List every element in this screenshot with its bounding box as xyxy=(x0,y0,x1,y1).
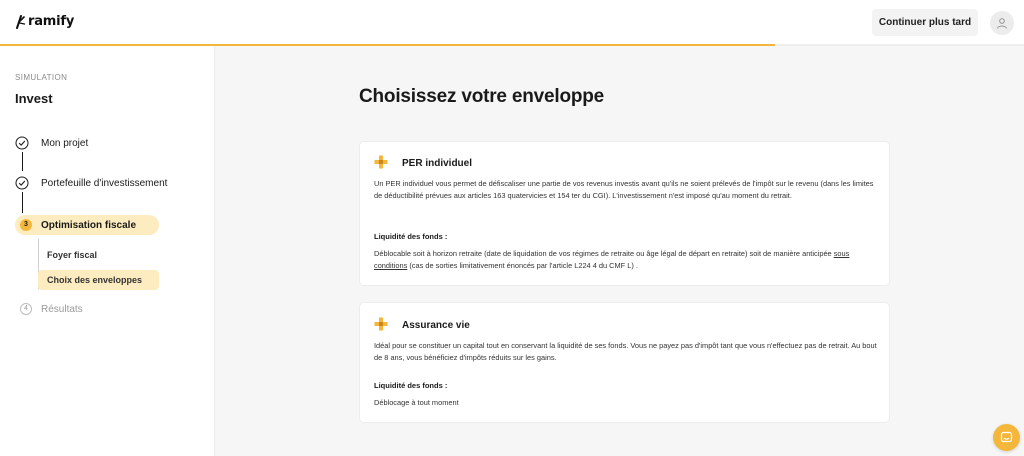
card-title: PER individuel xyxy=(402,158,473,169)
check-circle-icon xyxy=(15,136,29,150)
step-optimisation-fiscale[interactable]: Optimisation fiscale xyxy=(41,220,136,231)
card-description: Idéal pour se constituer un capital tout… xyxy=(374,341,877,363)
logo-text: ramify xyxy=(28,14,75,29)
step-connector xyxy=(22,192,23,213)
page-title: Choisissez votre enveloppe xyxy=(359,86,605,107)
step-number-badge: 3 xyxy=(20,219,32,231)
chat-icon xyxy=(1000,431,1013,443)
liquidity-text-start: Déblocable soit à horizon retraite (date… xyxy=(374,249,834,258)
step-portefeuille[interactable]: Portefeuille d'investissement xyxy=(41,178,167,189)
step-resultats: Résultats xyxy=(41,304,83,315)
user-icon xyxy=(997,18,1007,29)
plus-cross-icon xyxy=(374,155,388,169)
card-description: Un PER individuel vous permet de défisca… xyxy=(374,179,874,201)
simulation-label: SIMULATION xyxy=(15,73,68,82)
user-avatar[interactable] xyxy=(990,11,1014,35)
continue-later-button[interactable]: Continuer plus tard xyxy=(872,9,978,36)
plus-cross-icon xyxy=(374,317,388,331)
liquidity-text-end: (cas de sorties limitativement énoncés p… xyxy=(407,261,638,271)
envelope-card-assurance-vie[interactable]: Assurance vie Idéal pour se constituer u… xyxy=(359,302,890,423)
step-number-badge-disabled: 4 xyxy=(20,303,32,315)
envelope-card-per[interactable]: PER individuel Un PER individuel vous pe… xyxy=(359,141,890,286)
sidebar: SIMULATION Invest Mon projet Portefeuill… xyxy=(0,46,215,456)
card-liquidity-text: Déblocage à tout moment xyxy=(374,398,459,407)
ramify-logo[interactable]: ramify xyxy=(15,14,74,29)
check-circle-icon xyxy=(15,176,29,190)
top-header: ramify Continuer plus tard xyxy=(0,0,1024,46)
card-title: Assurance vie xyxy=(402,320,470,331)
chat-button[interactable] xyxy=(993,424,1020,451)
substep-foyer-fiscal[interactable]: Foyer fiscal xyxy=(47,250,97,260)
card-liquidity-title: Liquidité des fonds : xyxy=(374,381,448,390)
step-mon-projet[interactable]: Mon projet xyxy=(41,138,88,149)
simulation-title: Invest xyxy=(15,91,53,106)
card-liquidity-text: Déblocable soit à horizon retraite (date… xyxy=(374,248,878,272)
step-connector xyxy=(22,152,23,171)
ramify-logo-icon xyxy=(16,14,26,29)
card-liquidity-title: Liquidité des fonds : xyxy=(374,232,448,241)
substep-choix-enveloppes[interactable]: Choix des enveloppes xyxy=(47,275,142,285)
